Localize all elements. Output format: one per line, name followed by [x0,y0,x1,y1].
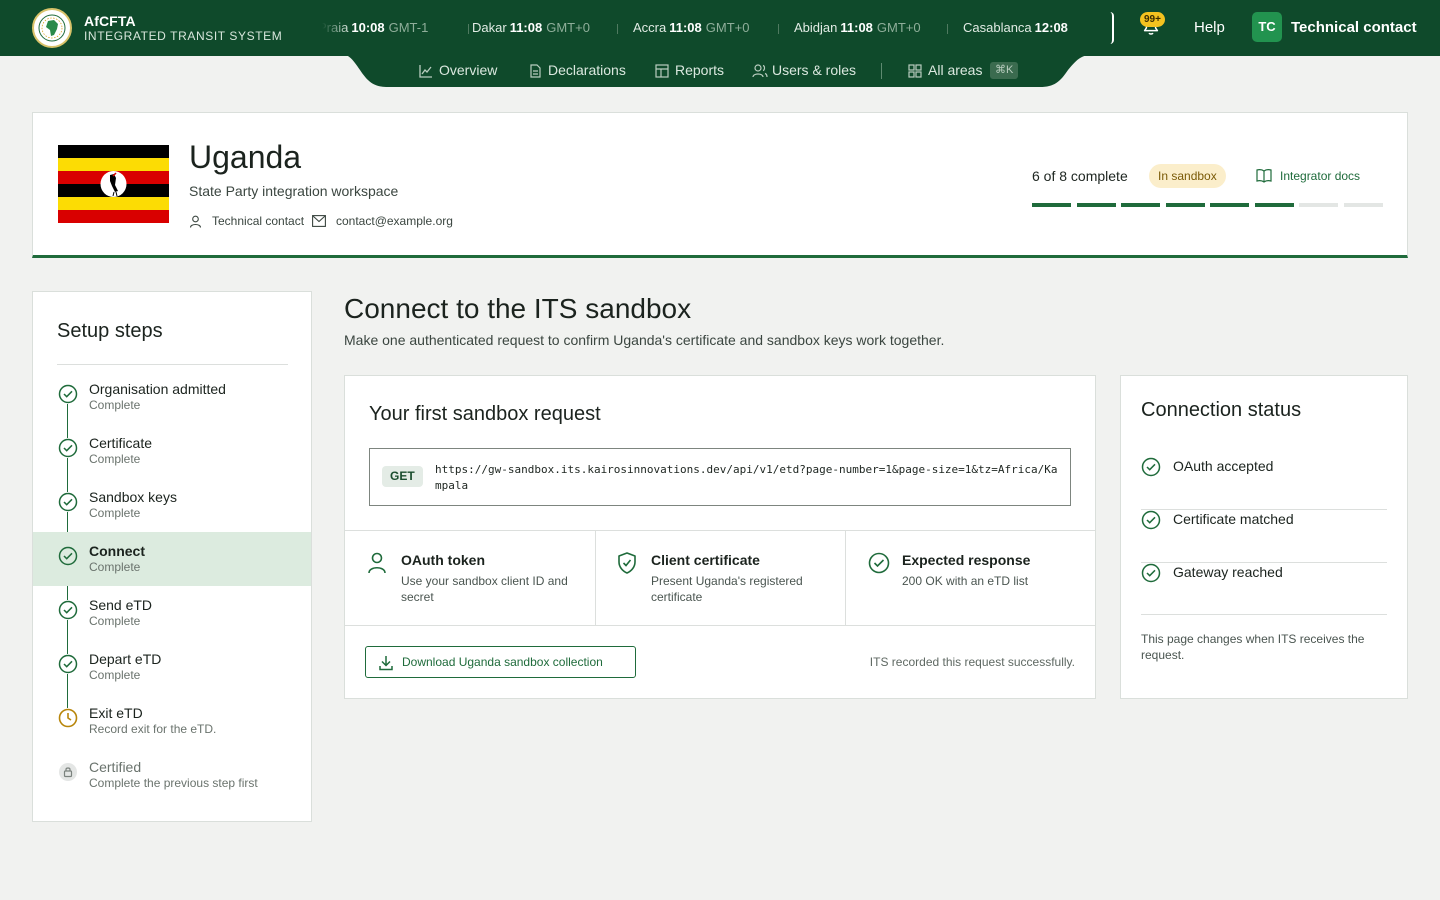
step-label: Exit eTD [89,705,143,721]
clock-accra: Accra 11:08 GMT+0 [633,20,750,35]
status-badge: In sandbox [1149,164,1226,188]
download-collection-button[interactable]: Download Uganda sandbox collection [365,646,636,678]
check-circle-icon [58,654,78,674]
step-label: Sandbox keys [89,489,177,505]
step-send-etd[interactable]: Send eTD Complete [33,586,311,640]
user-icon [189,215,202,228]
step-sandbox-keys[interactable]: Sandbox keys Complete [33,478,311,532]
step-exit-etd[interactable]: Exit eTD Record exit for the eTD. [33,694,311,748]
mail-icon [312,215,326,227]
step-status: Complete [89,506,141,520]
check-circle-icon [1141,510,1161,530]
setup-steps-panel: Setup steps Organisation admitted Complet… [32,291,312,822]
contact-email[interactable]: contact@example.org [336,214,453,228]
progress-segment [1343,203,1383,207]
users-icon [752,64,768,78]
step-certified: Certified Complete the previous step firs… [33,748,311,802]
clock-praia: Praia10:08GMT-1 [322,20,429,35]
feature-expected-response: Expected response 200 OK with an eTD lis… [846,531,1096,625]
table-icon [655,64,669,78]
step-label: Certified [89,759,142,775]
http-method-badge: GET [382,466,423,487]
check-circle-icon [58,438,78,458]
progress-segment [1299,203,1338,207]
check-circle-icon [868,552,890,574]
step-label: Connect [89,543,145,559]
progress-segment [1254,203,1294,207]
world-clocks: Praia10:08GMT-1 Dakar11:08GMT+0 Accra11:… [322,12,1114,44]
chart-line-icon [419,65,432,78]
notification-badge: 99+ [1140,12,1165,27]
clock-dakar: Dakar 11:08 GMT+0 [472,20,590,35]
check-circle-icon [58,546,78,566]
country-header-card: Uganda State Party integration workspace… [32,112,1408,258]
step-status: Complete [89,614,141,628]
document-icon [530,64,541,78]
step-status: Complete [89,398,141,412]
status-oauth-accepted: OAuth accepted [1141,457,1387,510]
clock-casablanca: Casablanca 12:08 [963,20,1068,35]
feature-oauth-token: OAuth token Use your sandbox client ID a… [345,531,595,625]
connection-status-title: Connection status [1141,399,1302,421]
request-title: Your first sandbox request [369,403,601,425]
progress-segment [1165,203,1205,207]
download-icon [379,656,393,671]
step-label: Organisation admitted [89,381,226,397]
progress-text: 6 of 8 complete [1032,168,1128,184]
connection-status-card: Connection status OAuth accepted Certifi… [1120,375,1408,699]
request-recorded-text: ITS recorded this request successfully. [869,655,1075,669]
progress-segment [1121,203,1160,207]
top-bar: AfCFTA INTEGRATED TRANSIT SYSTEM Praia10… [0,0,1440,56]
check-circle-icon [58,492,78,512]
step-status: Complete [89,668,141,682]
country-name: Uganda [189,139,302,175]
step-depart-etd[interactable]: Depart eTD Complete [33,640,311,694]
nav-divider [881,63,882,79]
check-circle-icon [58,600,78,620]
clock-abidjan: Abidjan 11:08 GMT+0 [794,20,921,35]
grid-icon [908,64,922,78]
progress-segment [1210,203,1249,207]
afcfta-logo[interactable] [32,8,72,48]
step-connect[interactable]: Connect Complete [33,532,311,586]
avatar[interactable]: TC [1252,12,1282,42]
brand-name: AfCFTA [84,13,136,29]
lock-icon [58,762,78,782]
step-label: Depart eTD [89,651,162,667]
step-status: Complete the previous step first [89,776,258,790]
page-subtitle: Make one authenticated request to confir… [344,332,945,348]
check-circle-icon [1141,563,1161,583]
book-icon [1256,169,1272,183]
shortcut-hint: ⌘K [990,62,1019,79]
help-link[interactable]: Help [1194,19,1225,36]
clock-icon [58,708,78,728]
status-gateway-reached: Gateway reached [1141,563,1387,616]
check-circle-icon [58,384,78,404]
check-circle-icon [1141,457,1161,477]
step-status: Complete [89,452,141,466]
request-url-box[interactable]: GET https://gw-sandbox.its.kairosinnovat… [369,448,1071,506]
status-certificate-matched: Certificate matched [1141,510,1387,563]
progress-segment [1032,203,1071,207]
shield-check-icon [618,552,636,574]
page-title: Connect to the ITS sandbox [344,293,692,324]
brand-subtitle: INTEGRATED TRANSIT SYSTEM [84,29,283,43]
step-status: Complete [89,560,141,574]
feature-client-certificate: Client certificate Present Uganda's regi… [595,531,845,625]
user-name[interactable]: Technical contact [1291,19,1417,36]
setup-steps-title: Setup steps [57,320,163,342]
country-subtitle: State Party integration workspace [189,183,399,199]
uganda-flag-icon [58,145,169,223]
request-url[interactable]: https://gw-sandbox.its.kairosinnovations… [435,462,1061,494]
step-label: Certificate [89,435,153,451]
step-status: Record exit for the eTD. [89,722,217,736]
connection-note: This page changes when ITS receives the … [1141,632,1365,662]
step-label: Send eTD [89,597,153,613]
user-icon [368,552,386,574]
sandbox-request-card: Your first sandbox request GET https://g… [344,375,1096,699]
step-organisation-admitted[interactable]: Organisation admitted Complete [33,370,311,424]
step-certificate[interactable]: Certificate Complete [33,424,311,478]
progress-segment [1076,203,1116,207]
contact-role: Technical contact [212,214,305,228]
